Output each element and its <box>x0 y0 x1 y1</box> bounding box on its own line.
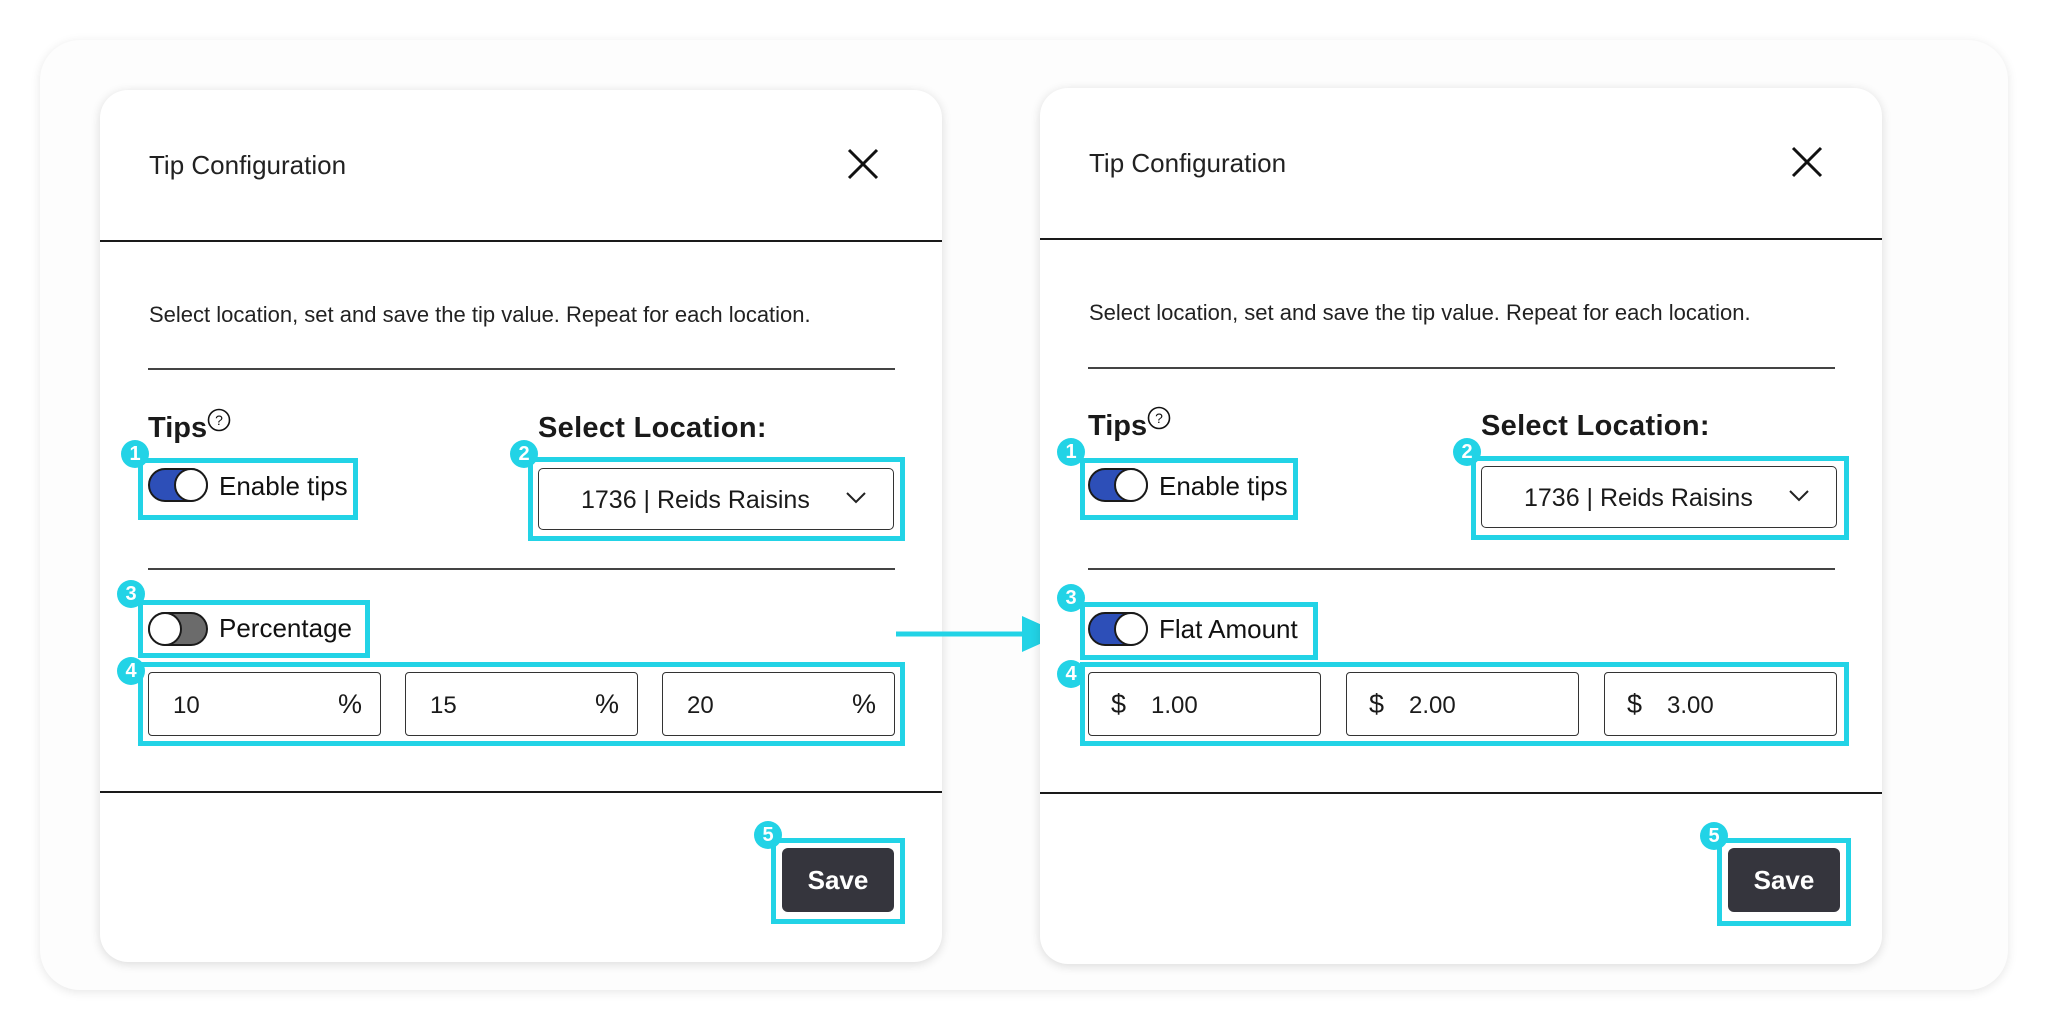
tip-amount-input-2[interactable]: $ 2.00 <box>1346 672 1579 736</box>
step-badge-3: 3 <box>117 580 145 608</box>
tip-value: 1.00 <box>1151 692 1198 719</box>
flat-amount-label: Flat Amount <box>1159 614 1298 644</box>
toggle-knob <box>1114 468 1148 502</box>
select-location-label: Select Location: <box>1481 410 1710 442</box>
tip-amount-input-1[interactable]: $ 1.00 <box>1088 672 1321 736</box>
help-circle-icon[interactable]: ? <box>1147 406 1171 430</box>
enable-tips-toggle[interactable] <box>1088 468 1148 502</box>
tip-amount-input-3[interactable]: $ 3.00 <box>1604 672 1837 736</box>
step-badge-5: 5 <box>754 821 782 849</box>
tip-value: 2.00 <box>1409 692 1456 719</box>
percentage-toggle[interactable] <box>148 612 208 646</box>
tip-value: 20 <box>687 692 714 719</box>
enable-tips-toggle[interactable] <box>148 468 208 502</box>
step-badge-1: 1 <box>121 440 149 468</box>
tips-label: Tips <box>1088 410 1148 442</box>
location-value: 1736 | Reids Raisins <box>1524 484 1753 512</box>
step-badge-4: 4 <box>117 657 145 685</box>
tip-percent-input-2[interactable]: 15 % <box>405 672 638 736</box>
tip-value: 3.00 <box>1667 692 1714 719</box>
percent-unit: % <box>594 689 619 719</box>
save-button[interactable]: Save <box>1728 848 1840 912</box>
dollar-unit: $ <box>1369 689 1385 719</box>
chevron-down-icon <box>846 492 866 504</box>
tips-label: Tips <box>148 412 208 444</box>
dialog-title: Tip Configuration <box>1089 148 1287 178</box>
percent-unit: % <box>851 689 876 719</box>
tip-value: 15 <box>430 692 457 719</box>
description-text: Select location, set and save the tip va… <box>1089 300 1751 325</box>
footer-divider <box>1040 792 1882 794</box>
step-badge-3: 3 <box>1057 584 1085 612</box>
section-divider <box>148 368 895 370</box>
footer-divider <box>100 791 942 793</box>
arrow-right-icon <box>896 616 1062 652</box>
close-icon[interactable] <box>1785 140 1829 184</box>
dollar-unit: $ <box>1111 689 1127 719</box>
description-text: Select location, set and save the tip va… <box>149 302 811 327</box>
location-dropdown[interactable]: 1736 | Reids Raisins <box>538 468 894 530</box>
section-divider <box>1088 568 1835 570</box>
section-divider <box>1088 367 1835 369</box>
tip-configuration-dialog-left: Tip Configuration Select location, set a… <box>100 90 942 962</box>
step-badge-4: 4 <box>1057 660 1085 688</box>
help-circle-icon[interactable]: ? <box>207 408 231 432</box>
header-divider <box>100 240 942 242</box>
section-divider <box>148 568 895 570</box>
tip-percent-input-1[interactable]: 10 % <box>148 672 381 736</box>
percentage-label: Percentage <box>219 613 352 643</box>
step-badge-2: 2 <box>510 440 538 468</box>
tip-percent-input-3[interactable]: 20 % <box>662 672 895 736</box>
header-divider <box>1040 238 1882 240</box>
step-badge-5: 5 <box>1700 822 1728 850</box>
enable-tips-label: Enable tips <box>1159 471 1288 501</box>
flat-amount-toggle[interactable] <box>1088 612 1148 646</box>
svg-text:?: ? <box>215 412 223 428</box>
toggle-knob <box>1114 612 1148 646</box>
step-badge-2: 2 <box>1453 438 1481 466</box>
location-dropdown[interactable]: 1736 | Reids Raisins <box>1481 466 1837 528</box>
dialog-title: Tip Configuration <box>149 150 347 180</box>
tip-value: 10 <box>173 692 200 719</box>
close-icon[interactable] <box>841 142 885 186</box>
percent-unit: % <box>337 689 362 719</box>
enable-tips-label: Enable tips <box>219 471 348 501</box>
toggle-knob <box>148 612 182 646</box>
location-value: 1736 | Reids Raisins <box>581 486 810 514</box>
select-location-label: Select Location: <box>538 412 767 444</box>
step-badge-1: 1 <box>1057 438 1085 466</box>
svg-text:?: ? <box>1155 410 1163 426</box>
toggle-knob <box>174 468 208 502</box>
dollar-unit: $ <box>1627 689 1643 719</box>
tip-configuration-dialog-right: Tip Configuration Select location, set a… <box>1040 88 1882 964</box>
chevron-down-icon <box>1789 490 1809 502</box>
save-button[interactable]: Save <box>782 848 894 912</box>
